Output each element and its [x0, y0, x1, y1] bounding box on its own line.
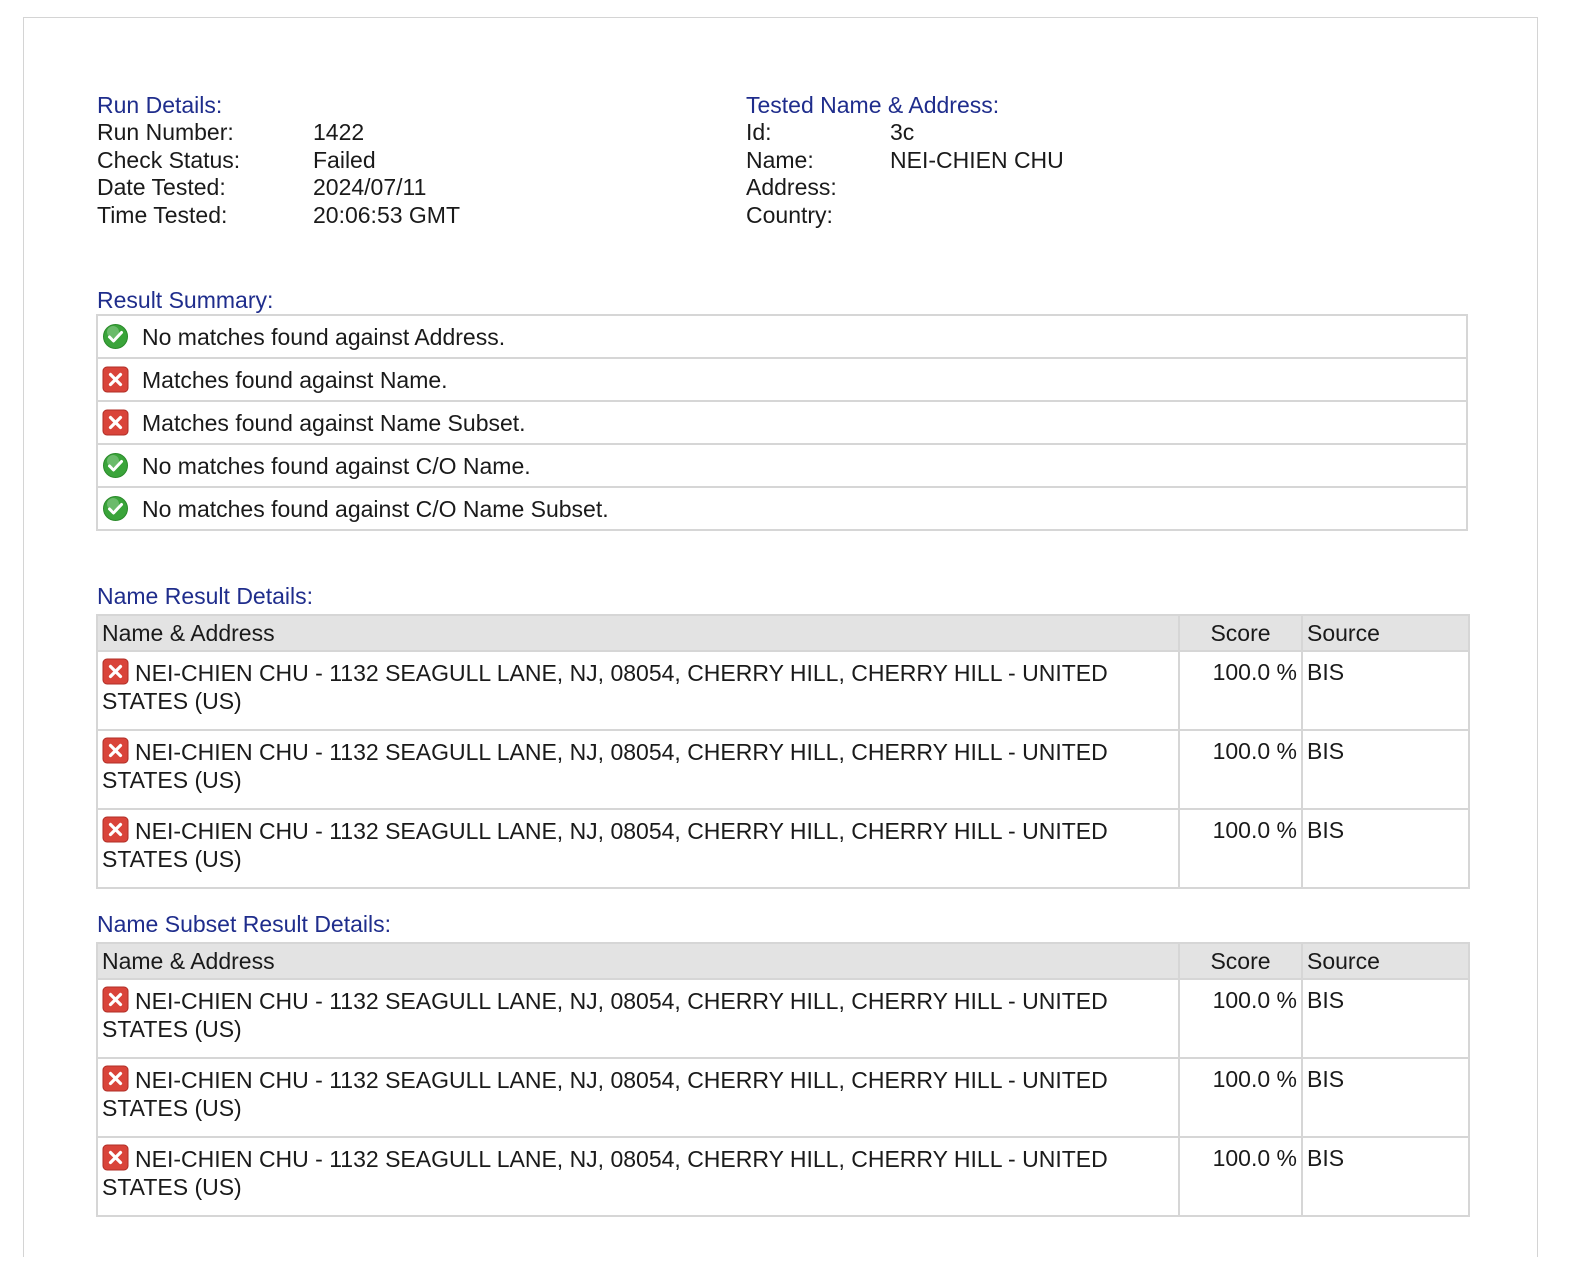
source-cell: BIS — [1301, 650, 1470, 731]
score-cell: 100.0 % — [1178, 1057, 1303, 1138]
summary-row: No matches found against C/O Name. — [96, 443, 1468, 488]
header-name-address: Name & Address — [96, 614, 1180, 652]
time-tested-label: Time Tested: — [97, 202, 228, 228]
source-cell: BIS — [1301, 808, 1470, 889]
x-square-icon — [102, 1065, 129, 1092]
table-row: NEI-CHIEN CHU - 1132 SEAGULL LANE, NJ, 0… — [96, 978, 1470, 1059]
summary-row: Matches found against Name. — [96, 357, 1468, 402]
score-cell: 100.0 % — [1178, 650, 1303, 731]
date-tested-label: Date Tested: — [97, 174, 226, 200]
subset-results-table: Name & Address Score Source NEI-CHIEN CH… — [96, 942, 1470, 1217]
match-name-text: NEI-CHIEN CHU - 1132 SEAGULL LANE, NJ, 0… — [102, 660, 1108, 714]
summary-text: Matches found against Name. — [142, 366, 448, 393]
summary-cell: No matches found against C/O Name Subset… — [96, 486, 1468, 531]
table-row: NEI-CHIEN CHU - 1132 SEAGULL LANE, NJ, 0… — [96, 650, 1470, 731]
check-circle-icon — [102, 495, 129, 522]
score-cell: 100.0 % — [1178, 808, 1303, 889]
score-cell: 100.0 % — [1178, 729, 1303, 810]
summary-row: No matches found against Address. — [96, 314, 1468, 359]
table-row: NEI-CHIEN CHU - 1132 SEAGULL LANE, NJ, 0… — [96, 1136, 1470, 1217]
check-circle-icon — [102, 323, 129, 350]
x-square-icon — [102, 1144, 129, 1171]
time-tested-value: 20:06:53 GMT — [313, 202, 461, 228]
score-cell: 100.0 % — [1178, 978, 1303, 1059]
tested-address-label: Address: — [746, 174, 837, 200]
summary-cell: Matches found against Name Subset. — [96, 400, 1468, 445]
x-square-icon — [102, 366, 129, 393]
x-square-icon — [102, 658, 129, 685]
summary-text: No matches found against Address. — [142, 323, 506, 350]
check-status-value: Failed — [313, 147, 376, 173]
match-name-text: NEI-CHIEN CHU - 1132 SEAGULL LANE, NJ, 0… — [102, 1146, 1108, 1200]
name-results-table: Name & Address Score Source NEI-CHIEN CH… — [96, 614, 1470, 889]
summary-text: No matches found against C/O Name Subset… — [142, 495, 609, 522]
summary-text: No matches found against C/O Name. — [142, 452, 531, 479]
table-row: NEI-CHIEN CHU - 1132 SEAGULL LANE, NJ, 0… — [96, 1057, 1470, 1138]
x-square-icon — [102, 986, 129, 1013]
table-row: NEI-CHIEN CHU - 1132 SEAGULL LANE, NJ, 0… — [96, 729, 1470, 810]
source-cell: BIS — [1301, 978, 1470, 1059]
name-address-cell: NEI-CHIEN CHU - 1132 SEAGULL LANE, NJ, 0… — [96, 808, 1180, 889]
source-cell: BIS — [1301, 729, 1470, 810]
name-address-cell: NEI-CHIEN CHU - 1132 SEAGULL LANE, NJ, 0… — [96, 1136, 1180, 1217]
check-circle-icon — [102, 452, 129, 479]
name-address-cell: NEI-CHIEN CHU - 1132 SEAGULL LANE, NJ, 0… — [96, 978, 1180, 1059]
source-cell: BIS — [1301, 1057, 1470, 1138]
name-results-title: Name Result Details: — [97, 583, 314, 609]
run-details-title: Run Details: — [97, 92, 223, 118]
summary-text: Matches found against Name Subset. — [142, 409, 526, 436]
table-row: NEI-CHIEN CHU - 1132 SEAGULL LANE, NJ, 0… — [96, 808, 1470, 889]
match-name-text: NEI-CHIEN CHU - 1132 SEAGULL LANE, NJ, 0… — [102, 988, 1108, 1042]
score-cell: 100.0 % — [1178, 1136, 1303, 1217]
tested-name-title: Tested Name & Address: — [746, 92, 1000, 118]
source-cell: BIS — [1301, 1136, 1470, 1217]
table-header-row: Name & Address Score Source — [96, 614, 1470, 652]
summary-cell: No matches found against Address. — [96, 314, 1468, 359]
tested-id-value: 3c — [890, 119, 915, 145]
x-square-icon — [102, 409, 129, 436]
result-summary-title: Result Summary: — [97, 287, 274, 313]
x-square-icon — [102, 737, 129, 764]
tested-name-label: Name: — [746, 147, 814, 173]
date-tested-value: 2024/07/11 — [313, 174, 427, 200]
tested-id-label: Id: — [746, 119, 772, 145]
tested-country-label: Country: — [746, 202, 833, 228]
check-status-label: Check Status: — [97, 147, 241, 173]
summary-row: Matches found against Name Subset. — [96, 400, 1468, 445]
summary-cell: No matches found against C/O Name. — [96, 443, 1468, 488]
name-address-cell: NEI-CHIEN CHU - 1132 SEAGULL LANE, NJ, 0… — [96, 650, 1180, 731]
table-header-row: Name & Address Score Source — [96, 942, 1470, 980]
summary-cell: Matches found against Name. — [96, 357, 1468, 402]
match-name-text: NEI-CHIEN CHU - 1132 SEAGULL LANE, NJ, 0… — [102, 818, 1108, 872]
run-number-label: Run Number: — [97, 119, 234, 145]
header-score: Score — [1178, 614, 1303, 652]
summary-row: No matches found against C/O Name Subset… — [96, 486, 1468, 531]
subset-results-title: Name Subset Result Details: — [97, 911, 392, 937]
header-source: Source — [1301, 614, 1470, 652]
result-summary-table: No matches found against Address. Matche… — [96, 314, 1468, 531]
name-address-cell: NEI-CHIEN CHU - 1132 SEAGULL LANE, NJ, 0… — [96, 729, 1180, 810]
x-square-icon — [102, 816, 129, 843]
run-number-value: 1422 — [313, 119, 365, 145]
header-score: Score — [1178, 942, 1303, 980]
match-name-text: NEI-CHIEN CHU - 1132 SEAGULL LANE, NJ, 0… — [102, 1067, 1108, 1121]
match-name-text: NEI-CHIEN CHU - 1132 SEAGULL LANE, NJ, 0… — [102, 739, 1108, 793]
header-name-address: Name & Address — [96, 942, 1180, 980]
header-source: Source — [1301, 942, 1470, 980]
name-address-cell: NEI-CHIEN CHU - 1132 SEAGULL LANE, NJ, 0… — [96, 1057, 1180, 1138]
tested-name-value: NEI-CHIEN CHU — [890, 147, 1064, 173]
